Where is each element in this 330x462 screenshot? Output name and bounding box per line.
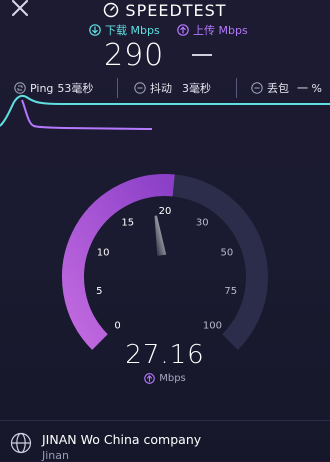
isp-name: JINAN Wo China company [42, 432, 202, 447]
upload-value [192, 54, 212, 56]
globe-icon [10, 432, 32, 454]
stat-divider [236, 78, 237, 98]
download-arrow-icon [89, 24, 101, 36]
download-label: 下载 Mbps [105, 24, 160, 37]
gauge-tick-label: 100 [203, 320, 222, 331]
gauge-tick-labels: 0 5 10 15 20 30 50 75 100 [96, 206, 237, 331]
ping-value: 53毫秒 [57, 82, 94, 95]
loss-value: 一 % [297, 82, 322, 95]
gauge-tick-label: 75 [224, 286, 237, 297]
ping-stat: Ping 53毫秒 [14, 80, 93, 96]
current-speed: 27.16 [125, 340, 205, 370]
upload-label: 上传 Mbps [193, 24, 248, 37]
gauge-tick-label: 30 [196, 217, 209, 228]
gauge-tick-label: 5 [96, 286, 102, 297]
stats-row: Ping 53毫秒 抖动 3毫秒 丢包 一 % [0, 78, 330, 98]
loss-stat: 丢包 一 % [251, 80, 322, 96]
speed-unit-label: Mbps [159, 373, 186, 384]
packet-loss-icon [251, 82, 263, 94]
brand-title: SPEEDTEST [125, 0, 227, 20]
jitter-icon [134, 82, 146, 94]
isp-info[interactable]: JINAN Wo China company Jinan [10, 432, 201, 462]
divider [0, 420, 330, 421]
ping-icon [14, 82, 26, 94]
loss-label: 丢包 [267, 82, 289, 95]
gauge-tick-label: 20 [159, 206, 172, 217]
upload-header: 上传 Mbps [177, 22, 248, 38]
jitter-stat: 抖动 3毫秒 [134, 80, 211, 96]
stat-divider [117, 78, 118, 98]
upload-arrow-icon [144, 373, 156, 384]
gauge-tick-label: 10 [97, 247, 110, 258]
gauge-tick-label: 50 [221, 247, 234, 258]
speed-unit: Mbps [0, 373, 330, 384]
jitter-value: 3毫秒 [182, 82, 211, 95]
gauge-needle [154, 215, 167, 256]
gauge-tick-label: 15 [121, 217, 134, 228]
jitter-label: 抖动 [150, 82, 172, 95]
app-header: SPEEDTEST [0, 0, 330, 20]
ping-label: Ping [30, 81, 54, 95]
upload-arrow-icon [177, 24, 189, 36]
download-header: 下载 Mbps [89, 22, 160, 38]
gauge-tick-label: 0 [114, 320, 120, 331]
download-graph-line [0, 94, 330, 127]
isp-city: Jinan [42, 449, 69, 462]
speedtest-logo-icon [104, 2, 119, 18]
download-value: 290 [104, 38, 165, 73]
